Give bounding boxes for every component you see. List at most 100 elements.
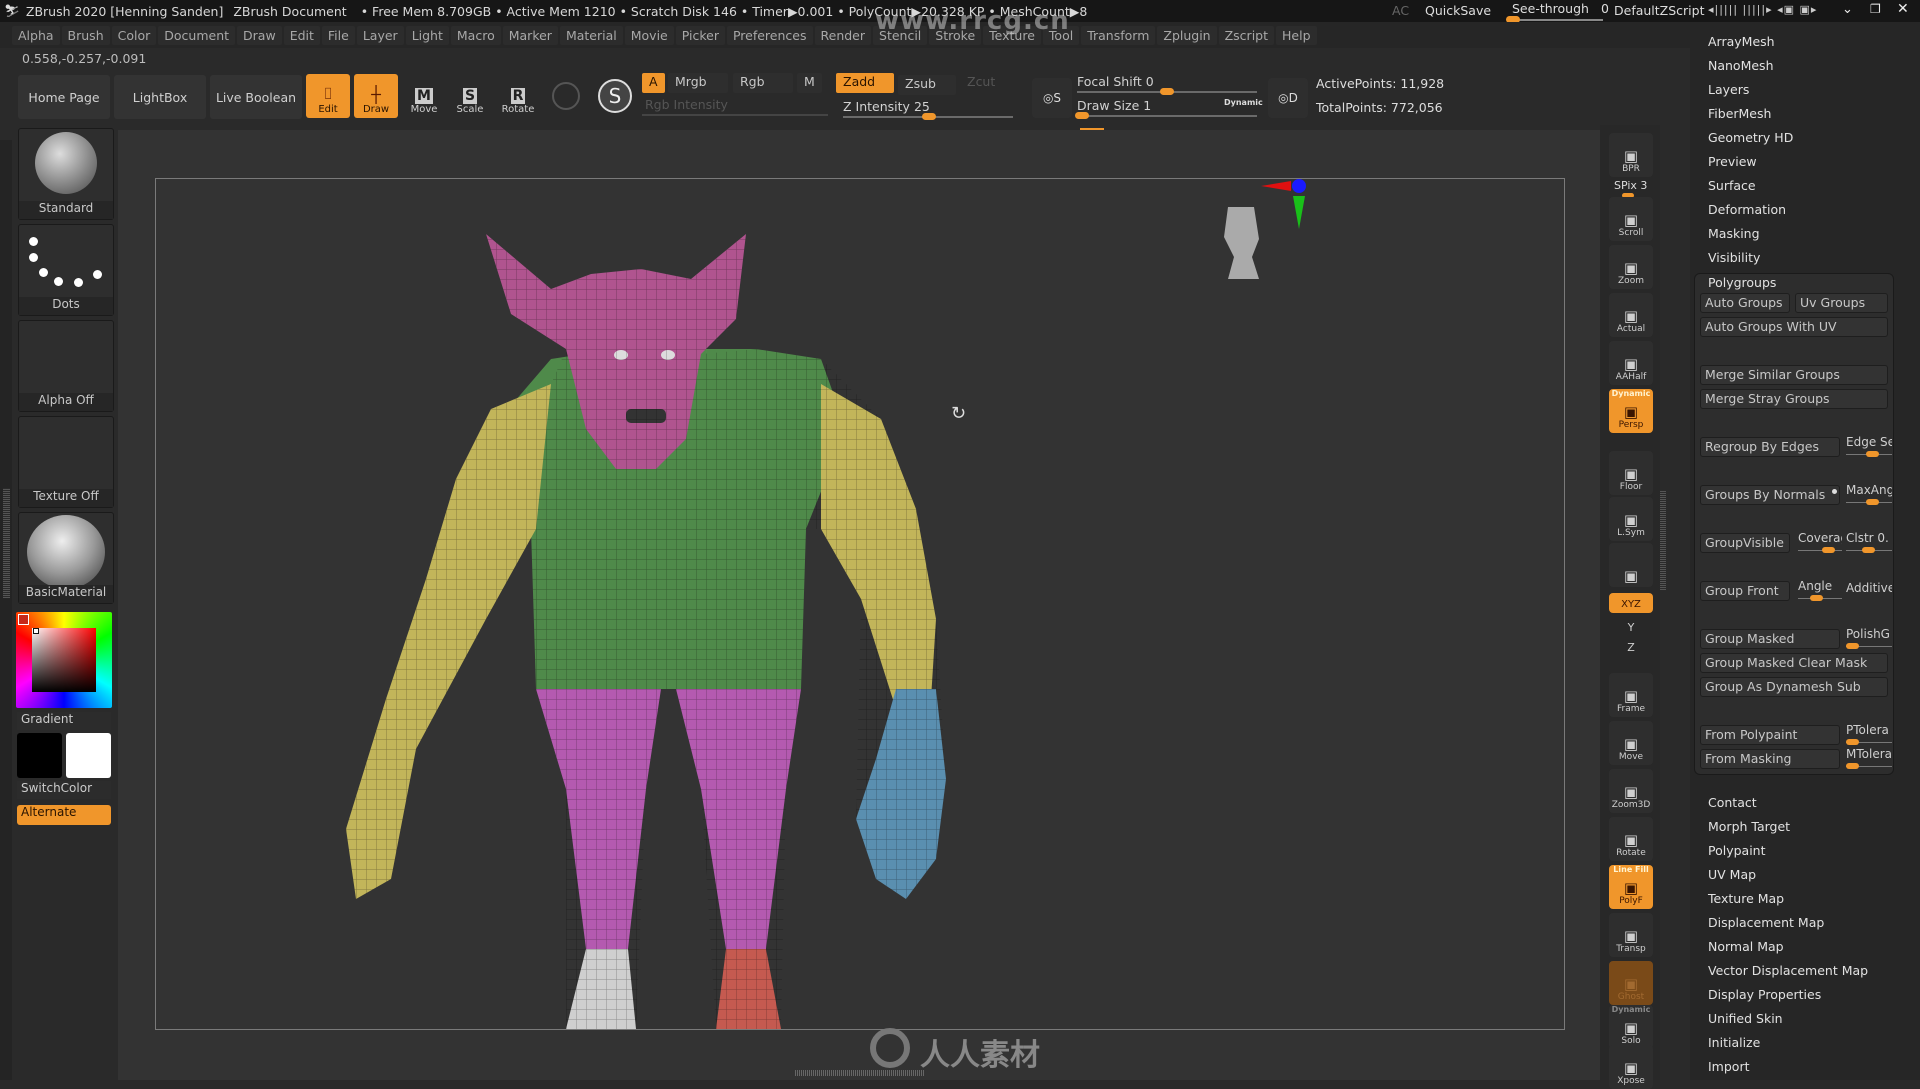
shelf-camera-lock-button[interactable]: ▣: [1609, 543, 1653, 587]
group-as-dynamesh-sub-button[interactable]: Group As Dynamesh Sub: [1700, 677, 1888, 697]
coverage-slider-knob[interactable]: [1822, 547, 1835, 553]
color-marker[interactable]: [33, 628, 39, 634]
shelf-ghost-button[interactable]: ▣ Ghost: [1609, 961, 1653, 1005]
ac-indicator[interactable]: AC: [1392, 3, 1409, 18]
tool-section-unified-skin[interactable]: Unified Skin: [1708, 1011, 1783, 1026]
gizmo-z-axis[interactable]: [1292, 179, 1306, 193]
quicksave-button[interactable]: QuickSave: [1425, 3, 1491, 18]
scale-button[interactable]: S Scale: [448, 74, 492, 118]
brush-thumbnail[interactable]: Standard: [18, 128, 114, 220]
draw-size-knob[interactable]: [1075, 112, 1089, 119]
gradient-button[interactable]: Gradient: [17, 712, 111, 730]
shelf-hand-scroll-button[interactable]: ▣ Scroll: [1609, 197, 1653, 241]
coverage-slider[interactable]: Coverag: [1798, 531, 1842, 545]
left-tray-edge[interactable]: [0, 140, 12, 1080]
draw-button[interactable]: ┼ Draw: [354, 74, 398, 118]
spix-slider[interactable]: SPix 3: [1614, 179, 1647, 192]
tool-section-initialize[interactable]: Initialize: [1708, 1035, 1760, 1050]
tool-section-preview[interactable]: Preview: [1708, 154, 1757, 169]
tool-section-vector-displacement-map[interactable]: Vector Displacement Map: [1708, 963, 1868, 978]
lightbox-button[interactable]: LightBox: [114, 75, 206, 119]
rgb-toggle[interactable]: Rgb: [733, 73, 793, 93]
shelf-floor-button[interactable]: ▣ Floor: [1609, 451, 1653, 495]
edit-button[interactable]: ⌷ Edit: [306, 74, 350, 118]
tool-section-nanomesh[interactable]: NanoMesh: [1708, 58, 1774, 73]
tool-section-visibility[interactable]: Visibility: [1708, 250, 1760, 265]
max-angle-slider-knob[interactable]: [1866, 499, 1879, 505]
mtolerance-slider[interactable]: MTolera: [1846, 747, 1892, 761]
menu-zscript[interactable]: Zscript: [1218, 25, 1275, 45]
shelf-perspective-grid-button[interactable]: Dynamic ▣ Persp: [1609, 389, 1653, 433]
polygroups-header[interactable]: Polygroups: [1708, 275, 1776, 290]
edge-se-slider[interactable]: Edge Se: [1846, 435, 1892, 449]
texture-thumbnail[interactable]: Texture Off: [18, 416, 114, 508]
bottom-tray-handle[interactable]: [795, 1070, 925, 1076]
coverage-slider-track[interactable]: [1798, 550, 1842, 551]
tool-section-surface[interactable]: Surface: [1708, 178, 1756, 193]
tool-section-layers[interactable]: Layers: [1708, 82, 1749, 97]
group-masked-clear-mask-button[interactable]: Group Masked Clear Mask: [1700, 653, 1888, 673]
default-zscript-button[interactable]: DefaultZScript: [1614, 3, 1705, 18]
shelf-xpose-button[interactable]: ▣ Xpose: [1609, 1045, 1653, 1089]
menu-file[interactable]: File: [321, 25, 355, 45]
ptolerance-slider-knob[interactable]: [1846, 739, 1859, 745]
z-intensity-knob[interactable]: [922, 113, 936, 120]
shelf-rotate-3d-button[interactable]: ▣ Rotate: [1609, 817, 1653, 861]
menu-render[interactable]: Render: [814, 25, 872, 45]
menu-color[interactable]: Color: [111, 25, 157, 45]
zcut-toggle[interactable]: Zcut: [960, 73, 1002, 93]
spotlight-icon[interactable]: S: [598, 79, 632, 113]
shelf-move-3d-button[interactable]: ▣ Move: [1609, 721, 1653, 765]
lazy-mouse-s-button[interactable]: ◎S: [1032, 78, 1072, 118]
rotate-button[interactable]: R Rotate: [496, 74, 540, 118]
rgb-intensity-slider[interactable]: [642, 114, 828, 116]
menu-document[interactable]: Document: [158, 25, 236, 45]
menu-alpha[interactable]: Alpha: [12, 25, 60, 45]
shelf-rotate-z-button[interactable]: Z: [1609, 639, 1653, 657]
shelf-actual-size-button[interactable]: ▣ Actual: [1609, 293, 1653, 337]
see-through-track[interactable]: [1508, 19, 1603, 21]
live-boolean-button[interactable]: Live Boolean: [210, 75, 302, 119]
auto-groups-with-uv-button[interactable]: Auto Groups With UV: [1700, 317, 1888, 337]
shelf-transparency-button[interactable]: ▣ Transp: [1609, 913, 1653, 957]
draw-size-slider[interactable]: Draw Size 1: [1077, 98, 1151, 113]
tool-section-geometry-hd[interactable]: Geometry HD: [1708, 130, 1793, 145]
gizmo-y-axis[interactable]: [1293, 196, 1305, 229]
auto-groups-button[interactable]: Auto Groups: [1700, 293, 1790, 313]
shelf-rotate-y-button[interactable]: Y: [1609, 619, 1653, 637]
stroke-thumbnail[interactable]: Dots: [18, 224, 114, 316]
mtolerance-slider-knob[interactable]: [1846, 763, 1859, 769]
tool-section-arraymesh[interactable]: ArrayMesh: [1708, 34, 1775, 49]
tool-section-deformation[interactable]: Deformation: [1708, 202, 1786, 217]
menu-macro[interactable]: Macro: [450, 25, 501, 45]
menu-preferences[interactable]: Preferences: [726, 25, 813, 45]
menu-light[interactable]: Light: [405, 25, 449, 45]
switch-color-button[interactable]: SwitchColor: [17, 781, 111, 799]
close-icon[interactable]: ✕: [1897, 1, 1909, 17]
tool-section-fibermesh[interactable]: FiberMesh: [1708, 106, 1771, 121]
document-canvas[interactable]: ↻: [155, 178, 1565, 1030]
restore-icon[interactable]: ❐: [1870, 2, 1881, 16]
shelf-aahalf-button[interactable]: ▣ AAHalf: [1609, 341, 1653, 385]
sculptris-pro-icon[interactable]: [552, 82, 580, 110]
model-render[interactable]: ↻: [156, 179, 1566, 1031]
additive-toggle[interactable]: Additive: [1846, 581, 1892, 595]
navigation-head-icon[interactable]: [1224, 207, 1259, 279]
regroup-by-edges-button[interactable]: Regroup By Edges: [1700, 437, 1840, 457]
edge-se-slider-knob[interactable]: [1866, 451, 1879, 457]
layout-cycle-icon[interactable]: ◂||||| |||||▸ ◂▣ ▣▸: [1708, 3, 1817, 16]
tool-section-polypaint[interactable]: Polypaint: [1708, 843, 1766, 858]
uv-groups-button[interactable]: Uv Groups: [1795, 293, 1888, 313]
groups-by-normals-button[interactable]: Groups By Normals: [1700, 485, 1840, 505]
cluster-slider[interactable]: Clstr 0.: [1846, 531, 1892, 545]
menu-picker[interactable]: Picker: [675, 25, 725, 45]
shelf-zoom-3d-button[interactable]: ▣ Zoom3D: [1609, 769, 1653, 813]
material-thumbnail[interactable]: BasicMaterial: [18, 512, 114, 604]
main-color-swatch[interactable]: [17, 733, 62, 778]
group-visible-button[interactable]: GroupVisible: [1700, 533, 1790, 553]
polish-groups-slider[interactable]: PolishG: [1846, 627, 1892, 641]
see-through-slider[interactable]: See-through 0: [1512, 1, 1609, 16]
menu-edit[interactable]: Edit: [283, 25, 320, 45]
lazy-mouse-d-button[interactable]: ◎D: [1268, 78, 1308, 118]
angle-slider[interactable]: Angle: [1798, 579, 1842, 593]
